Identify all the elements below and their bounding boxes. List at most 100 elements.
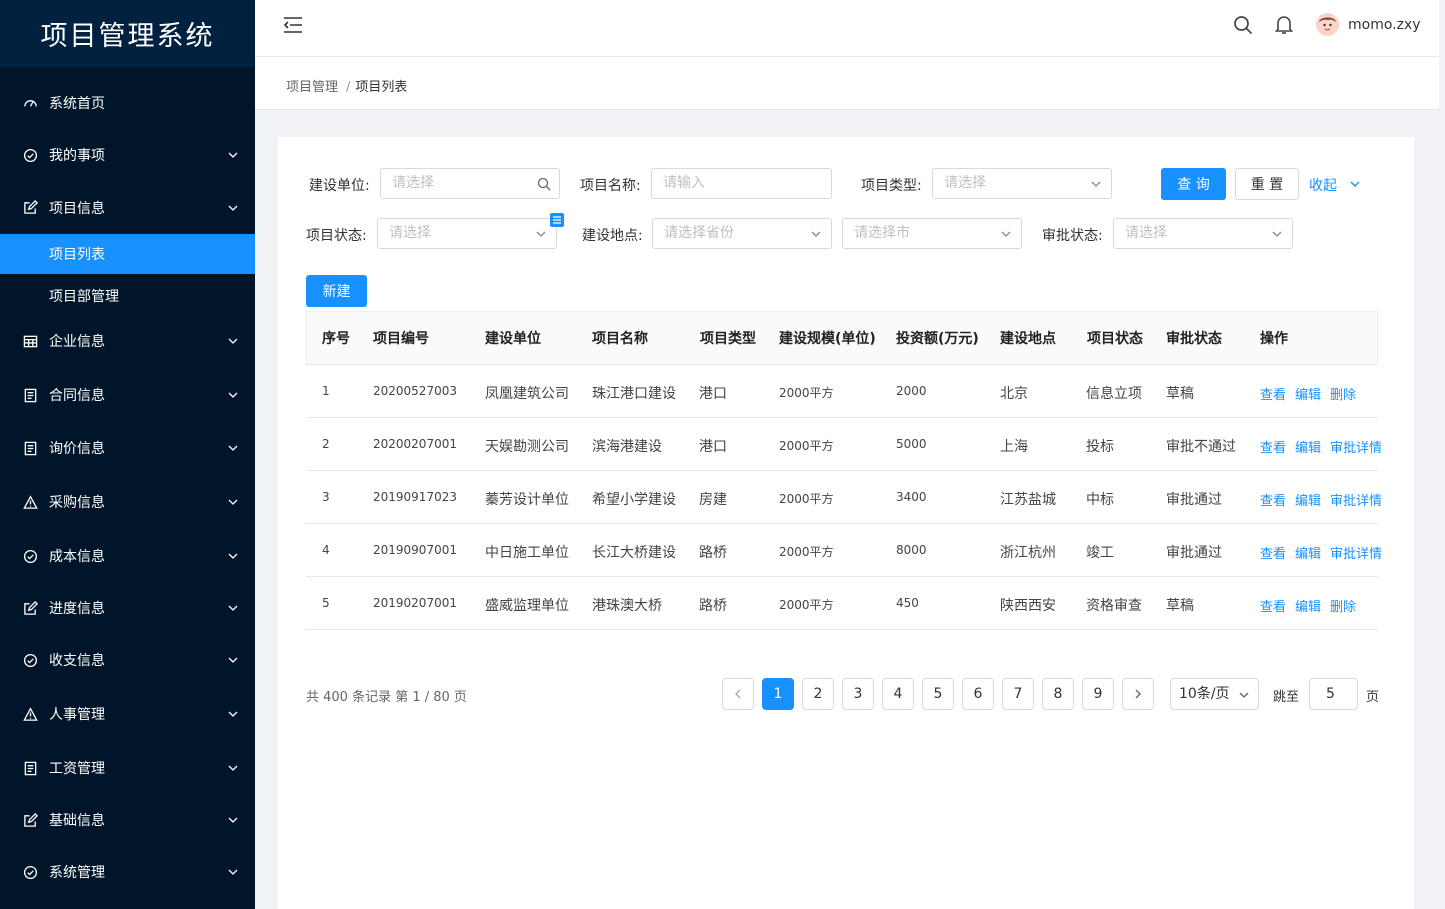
project-name-input[interactable]: 请输入 — [651, 168, 832, 199]
project-name-placeholder: 请输入 — [663, 175, 705, 191]
sidebar-item-finance[interactable]: 收支信息 — [0, 634, 255, 686]
reset-button[interactable]: 重 置 — [1235, 168, 1299, 200]
cell-approval: 审批不通过 — [1166, 439, 1236, 455]
jump-label: 跳至 — [1273, 690, 1300, 705]
sidebar-item-progress[interactable]: 进度信息 — [0, 582, 255, 634]
chevron-down-icon[interactable] — [1349, 178, 1361, 190]
project-type-select[interactable]: 请选择 — [932, 168, 1112, 199]
edit-link[interactable]: 编辑 — [1295, 388, 1321, 403]
top-header: momo.zxy — [255, 0, 1439, 57]
breadcrumb-parent[interactable]: 项目管理 — [286, 80, 338, 95]
project-type-placeholder: 请选择 — [944, 175, 986, 191]
jump-page-input[interactable]: 5 — [1309, 678, 1358, 710]
sidebar-item-home[interactable]: 系统首页 — [0, 77, 255, 129]
sidebar-item-label: 基础信息 — [49, 813, 105, 829]
page-button[interactable]: 6 — [962, 678, 994, 710]
sidebar-item-contract[interactable]: 合同信息 — [0, 369, 255, 421]
sidebar-item-salary[interactable]: 工资管理 — [0, 742, 255, 794]
edit-link[interactable]: 编辑 — [1295, 547, 1321, 562]
content-card: 建设单位: 请选择 项目名称: 请输入 项目类型: 请选择 查 询 重 置 收起… — [278, 137, 1414, 909]
view-link[interactable]: 查看 — [1260, 494, 1286, 509]
breadcrumb-current: 项目列表 — [355, 80, 408, 95]
project-status-select[interactable]: 请选择 — [377, 218, 557, 249]
sidebar-item-project-dept[interactable]: 项目部管理 — [0, 274, 255, 317]
menu-fold-icon[interactable] — [283, 16, 303, 34]
sidebar-item-cost[interactable]: 成本信息 — [0, 530, 255, 582]
column-header: 项目类型 — [700, 331, 756, 347]
sidebar-item-project-info[interactable]: 项目信息 — [0, 181, 255, 234]
page-size-select[interactable]: 10条/页 — [1170, 678, 1259, 710]
sidebar-item-purchase[interactable]: 采购信息 — [0, 476, 255, 528]
chevron-down-icon — [228, 392, 238, 398]
sidebar-item-project-list[interactable]: 项目列表 — [0, 234, 255, 274]
page-button[interactable]: 1 — [762, 678, 794, 710]
edit-link[interactable]: 编辑 — [1295, 600, 1321, 615]
cell-no: 5 — [322, 596, 330, 610]
project-status-label: 项目状态: — [306, 228, 367, 244]
page-button[interactable]: 7 — [1002, 678, 1034, 710]
chevron-down-icon — [1239, 692, 1249, 698]
page-button[interactable]: 5 — [922, 678, 954, 710]
project-status-placeholder: 请选择 — [389, 225, 431, 241]
collapse-link[interactable]: 收起 — [1309, 175, 1337, 195]
view-link[interactable]: 查看 — [1260, 441, 1286, 456]
sidebar-item-label: 询价信息 — [49, 441, 105, 457]
list-icon[interactable] — [550, 213, 564, 227]
file-text-icon — [22, 440, 38, 456]
view-link[interactable]: 查看 — [1260, 600, 1286, 615]
username[interactable]: momo.zxy — [1348, 17, 1421, 33]
approval-detail-link[interactable]: 审批详情 — [1330, 494, 1382, 509]
approval-status-select[interactable]: 请选择 — [1113, 218, 1293, 249]
cell-scale: 2000平方 — [779, 492, 834, 506]
new-button[interactable]: 新建 — [306, 275, 367, 307]
cell-status: 投标 — [1086, 439, 1114, 455]
page-button[interactable]: 4 — [882, 678, 914, 710]
sidebar-item-my-tasks[interactable]: 我的事项 — [0, 129, 255, 181]
sidebar-item-label: 系统首页 — [49, 96, 105, 112]
sidebar-item-label: 项目部管理 — [49, 288, 119, 305]
cell-code: 20200207001 — [373, 437, 457, 451]
cell-code: 20190917023 — [373, 490, 457, 504]
sidebar-item-label: 企业信息 — [49, 334, 105, 350]
view-link[interactable]: 查看 — [1260, 547, 1286, 562]
city-select[interactable]: 请选择市 — [842, 218, 1022, 249]
pagination-total: 共 400 条记录 第 1 / 80 页 — [306, 690, 467, 705]
approval-detail-link[interactable]: 审批详情 — [1330, 441, 1382, 456]
cell-type: 房建 — [699, 492, 727, 508]
cell-scale: 2000平方 — [779, 386, 834, 400]
avatar[interactable] — [1316, 13, 1339, 36]
page-button[interactable]: 9 — [1082, 678, 1114, 710]
edit-link[interactable]: 编辑 — [1295, 494, 1321, 509]
next-page-button[interactable] — [1122, 678, 1154, 710]
cell-no: 1 — [322, 384, 330, 398]
cell-type: 路桥 — [699, 598, 727, 614]
cell-name: 滨海港建设 — [592, 439, 662, 455]
cell-no: 2 — [322, 437, 330, 451]
sidebar-item-system[interactable]: 系统管理 — [0, 846, 255, 898]
sidebar-item-basic[interactable]: 基础信息 — [0, 794, 255, 846]
cell-invest: 450 — [896, 596, 919, 610]
sidebar-item-inquiry[interactable]: 询价信息 — [0, 422, 255, 474]
province-placeholder: 请选择省份 — [664, 225, 734, 241]
page-button[interactable]: 3 — [842, 678, 874, 710]
search-icon — [537, 177, 551, 191]
cell-invest: 3400 — [896, 490, 927, 504]
sidebar-item-enterprise[interactable]: 企业信息 — [0, 317, 255, 365]
sidebar-item-hr[interactable]: 人事管理 — [0, 688, 255, 740]
page-button[interactable]: 8 — [1042, 678, 1074, 710]
bell-icon[interactable] — [1274, 14, 1294, 35]
delete-link[interactable]: 删除 — [1330, 388, 1356, 403]
page-button[interactable]: 2 — [802, 678, 834, 710]
search-icon[interactable] — [1233, 15, 1253, 35]
province-select[interactable]: 请选择省份 — [652, 218, 832, 249]
approval-detail-link[interactable]: 审批详情 — [1330, 547, 1382, 562]
cell-scale: 2000平方 — [779, 598, 834, 612]
prev-page-button[interactable] — [722, 678, 754, 710]
cell-place: 上海 — [1000, 439, 1028, 455]
build-unit-select[interactable]: 请选择 — [380, 168, 560, 199]
query-button[interactable]: 查 询 — [1161, 168, 1226, 200]
delete-link[interactable]: 删除 — [1330, 600, 1356, 615]
edit-link[interactable]: 编辑 — [1295, 441, 1321, 456]
view-link[interactable]: 查看 — [1260, 388, 1286, 403]
cell-actions: 查看 编辑 删除 — [1260, 384, 1365, 403]
